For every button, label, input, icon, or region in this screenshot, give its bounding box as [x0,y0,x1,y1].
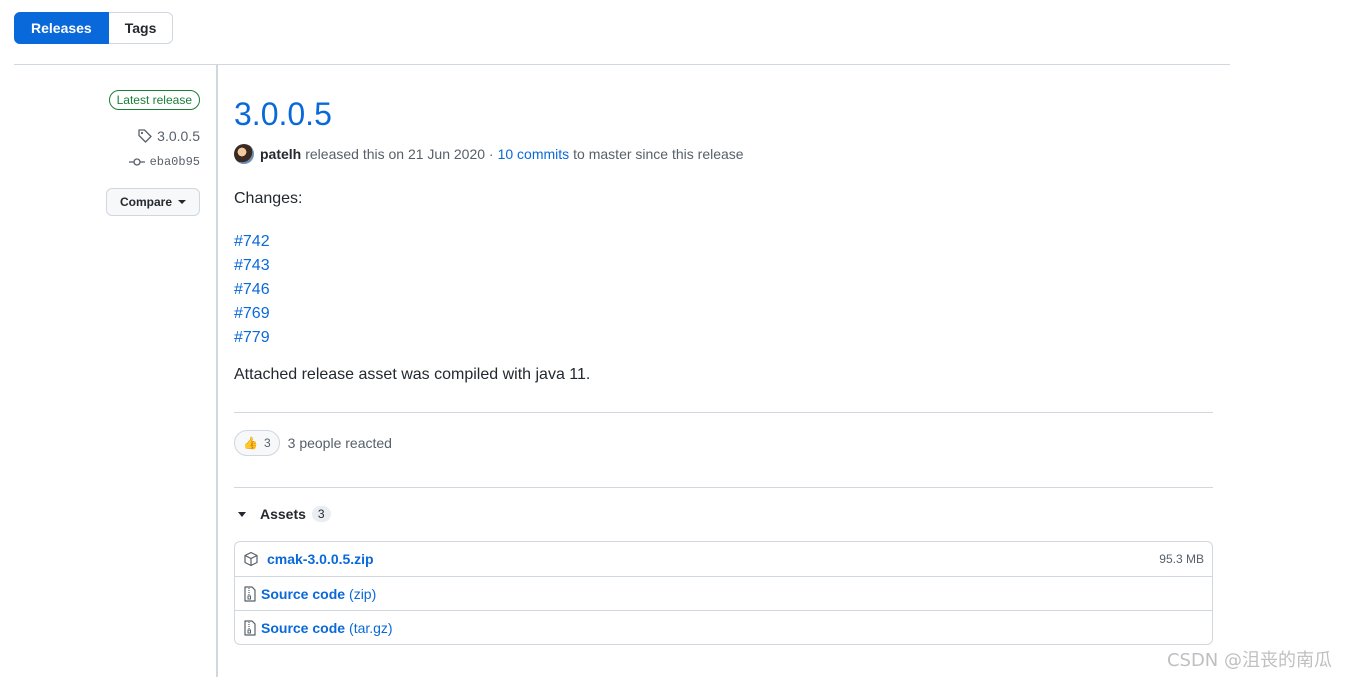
issue-link[interactable]: #742 [234,230,270,254]
tag-link[interactable]: 3.0.0.5 [137,128,200,144]
file-zip-icon [244,619,256,636]
release-card: 3.0.0.5 patelh released this on 21 Jun 2… [234,92,1213,645]
avatar[interactable] [234,144,254,164]
tag-label: 3.0.0.5 [157,128,200,144]
tab-tags[interactable]: Tags [108,12,174,44]
changes-heading: Changes: [234,190,303,207]
divider [234,487,1213,488]
reactions: 👍 3 3 people reacted [234,430,392,456]
compare-button[interactable]: Compare [106,188,200,216]
commits-link[interactable]: 10 commits [498,146,570,162]
asset-list: cmak-3.0.0.5.zip 95.3 MB Source code (zi… [234,541,1213,645]
asset-row[interactable]: Source code (zip) [235,576,1212,610]
reaction-summary: 3 people reacted [287,435,392,451]
release-meta: patelh released this on 21 Jun 2020 · 10… [234,144,744,164]
tag-icon [138,129,152,143]
reaction-count: 3 [263,436,271,450]
caret-down-icon [178,200,186,204]
author-link[interactable]: patelh [260,146,301,162]
asset-size: 95.3 MB [1159,552,1204,566]
compare-label: Compare [119,195,172,209]
commit-sha: eba0b95 [149,155,200,169]
release-note: Attached release asset was compiled with… [234,366,591,383]
asset-row[interactable]: Source code (tar.gz) [235,610,1212,644]
asset-name[interactable]: cmak-3.0.0.5.zip [267,551,374,567]
released-text: released this on 21 Jun 2020 · [305,146,494,162]
asset-format: (zip) [349,585,377,602]
asset-row[interactable]: cmak-3.0.0.5.zip 95.3 MB [235,542,1212,576]
tab-releases[interactable]: Releases [14,12,109,44]
commit-icon [128,158,145,166]
releases-tags-subnav: Releases Tags [14,12,174,44]
asset-name[interactable]: Source code [261,620,345,636]
asset-format: (tar.gz) [349,619,393,636]
issue-links: #742 #743 #746 #769 #779 [234,230,270,350]
commit-link[interactable]: eba0b95 [128,155,200,169]
package-icon [244,551,258,567]
thumbs-up-icon: 👍 [243,436,258,450]
commits-suffix: to master since this release [573,146,744,162]
assets-count: 3 [311,506,331,522]
assets-label: Assets [260,506,306,522]
asset-name[interactable]: Source code [261,586,345,602]
triangle-down-icon [238,511,246,517]
assets-toggle[interactable]: Assets 3 [234,506,331,522]
release-title[interactable]: 3.0.0.5 [234,92,1213,136]
divider [234,412,1213,413]
latest-release-badge: Latest release [108,90,200,110]
thumbs-up-reaction[interactable]: 👍 3 [234,430,280,456]
watermark: CSDN @沮丧的南瓜 [1166,650,1332,671]
issue-link[interactable]: #746 [234,278,270,302]
issue-link[interactable]: #743 [234,254,270,278]
issue-link[interactable]: #769 [234,302,270,326]
timeline-line [216,65,218,677]
header-divider [14,64,1230,65]
file-zip-icon [244,585,256,602]
issue-link[interactable]: #779 [234,326,270,350]
